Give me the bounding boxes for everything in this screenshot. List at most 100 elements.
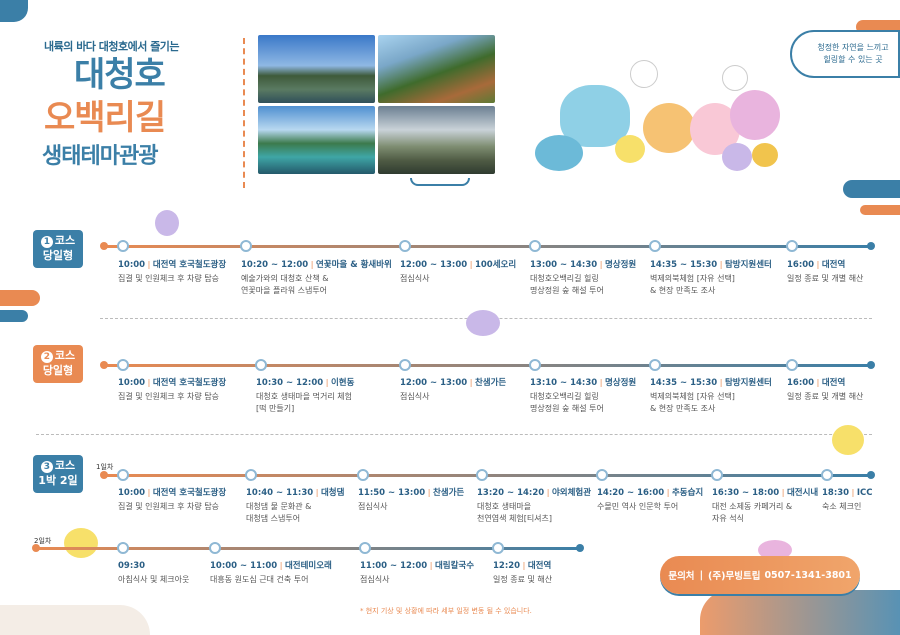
timeline-node (649, 240, 661, 252)
timeline-node (117, 469, 129, 481)
lake-photo (258, 35, 375, 103)
course2-badge: 2 코스 당일형 (33, 345, 83, 383)
timeline-end-dot (867, 471, 875, 479)
schedule-item: 14:20 ~ 16:00 | 추동습지 수몰민 역사 인문학 투어 (597, 488, 704, 511)
schedule-item: 12:20 | 대전역 일정 종료 및 해산 (493, 561, 553, 584)
timeline-end-dot (867, 242, 875, 250)
course-number: 1 (40, 236, 53, 249)
forest-lake-photo (258, 106, 375, 174)
footnote: * 현지 기상 및 상황에 따라 세부 일정 변동 될 수 있습니다. (360, 607, 532, 615)
course2-timeline (104, 364, 872, 367)
wave-decoration (0, 0, 28, 22)
title-line-2: 오백리길 (44, 98, 166, 138)
wave-decoration (0, 605, 150, 635)
course-subtitle: 1박 2일 (38, 474, 78, 487)
schedule-item: 10:00 | 대전역 호국철도광장 집결 및 인원체크 후 차량 탑승 (118, 488, 227, 511)
timeline-end-dot (867, 361, 875, 369)
schedule-item: 09:30 아침식사 및 체크아웃 (118, 561, 190, 584)
course-subtitle: 당일형 (42, 249, 74, 262)
title-line-3: 생태테마관광 (42, 144, 158, 169)
course-title: 코스 (54, 234, 76, 248)
timeline-node (476, 469, 488, 481)
mascot-character (730, 90, 780, 140)
schedule-item: 10:20 ~ 12:00 | 연꽃마을 & 황새바위 예술가와의 대청호 산책… (241, 260, 392, 296)
timeline-node (529, 240, 541, 252)
timeline-start-dot (100, 242, 108, 250)
timeline-node (529, 359, 541, 371)
course-title: 코스 (54, 349, 76, 363)
course3-badge: 3 코스 1박 2일 (33, 455, 83, 493)
wave-decoration (410, 178, 470, 186)
title-line-1: 대청호 (74, 55, 166, 95)
mascot-character (466, 310, 500, 336)
schedule-item: 12:00 ~ 13:00 | 찬샘가든 점심식사 (400, 378, 507, 401)
schedule-item: 14:35 ~ 15:30 | 탐방지원센터 벽제의북체험 [자유 선택] & … (650, 260, 772, 296)
wave-decoration (0, 290, 40, 306)
header-subtitle: 내륙의 바다 대청호에서 즐기는 (44, 40, 180, 53)
timeline-start-dot (32, 544, 40, 552)
schedule-item: 11:00 ~ 12:00 | 대림칼국수 점심식사 (360, 561, 475, 584)
mascot-illustration (530, 55, 790, 180)
timeline-node (117, 359, 129, 371)
course-number: 2 (40, 351, 53, 364)
timeline-start-dot (100, 361, 108, 369)
course1-badge: 1 코스 당일형 (33, 230, 83, 268)
schedule-item: 14:35 ~ 15:30 | 탐방지원센터 벽제의북체험 [자유 선택] & … (650, 378, 772, 414)
timeline-node (649, 359, 661, 371)
timeline-node (821, 469, 833, 481)
section-divider (36, 434, 872, 435)
timeline-node (711, 469, 723, 481)
course-subtitle: 당일형 (42, 364, 74, 377)
schedule-item: 16:00 | 대전역 일정 종료 및 개별 해산 (787, 378, 864, 401)
timeline-node (117, 542, 129, 554)
timeline-node (399, 240, 411, 252)
schedule-item: 13:00 ~ 14:30 | 명상정원 대청호오백리길 힐링 명상정원 숲 해… (530, 260, 637, 296)
timeline-end-dot (576, 544, 584, 552)
timeline-node (117, 240, 129, 252)
course-number: 3 (40, 461, 53, 474)
contact-phone: 0507-1341-3801 (764, 569, 852, 581)
timeline-node (357, 469, 369, 481)
course3-day1-timeline (104, 474, 872, 477)
timeline-node (245, 469, 257, 481)
timeline-node (209, 542, 221, 554)
mascot-character (535, 135, 583, 171)
timeline-node (786, 240, 798, 252)
photo-grid (258, 35, 496, 175)
slogan: 청정한 자연을 느끼고 힐링할 수 있는 곳 (808, 42, 898, 66)
speech-bubble-icon (722, 65, 748, 91)
contact-label: 문의처 (668, 571, 695, 582)
mascot-character (615, 135, 645, 163)
schedule-item: 10:30 ~ 12:00 | 이현동 대청호 생태마을 먹거리 체험 [떡 만… (256, 378, 355, 414)
schedule-item: 12:00 ~ 13:00 | 100세오리 점심식사 (400, 260, 517, 283)
wetland-photo (378, 106, 495, 174)
schedule-item: 16:00 | 대전역 일정 종료 및 개별 해산 (787, 260, 864, 283)
boardwalk-photo (378, 35, 495, 103)
schedule-item: 13:10 ~ 14:30 | 명상정원 대청호오백리길 힐링 명상정원 숲 해… (530, 378, 637, 414)
schedule-item: 10:00 | 대전역 호국철도광장 집결 및 인원체크 후 차량 탑승 (118, 260, 227, 283)
course1-timeline (104, 245, 872, 248)
slogan-line-1: 청정한 자연을 느끼고 (817, 43, 889, 52)
schedule-item: 16:30 ~ 18:00 | 대전시내 대전 소제동 카페거리 & 자유 석식 (712, 488, 819, 524)
timeline-node (240, 240, 252, 252)
timeline-start-dot (100, 471, 108, 479)
schedule-item: 10:00 | 대전역 호국철도광장 집결 및 인원체크 후 차량 탑승 (118, 378, 227, 401)
wave-decoration (700, 590, 900, 635)
timeline-node (596, 469, 608, 481)
timeline-node (359, 542, 371, 554)
schedule-item: 13:20 ~ 14:20 | 야외체험관 대청호 생태마을 천연염색 체험[티… (477, 488, 592, 524)
timeline-node (492, 542, 504, 554)
divider-line (243, 38, 245, 188)
wave-decoration (0, 310, 28, 322)
contact-company: (주)무빙트립 (708, 571, 761, 582)
course-title: 코스 (54, 459, 76, 473)
contact-info: 문의처 | (주)무빙트립 0507-1341-3801 (660, 556, 860, 594)
mascot-character (155, 210, 179, 236)
slogan-line-2: 힐링할 수 있는 곳 (823, 55, 883, 64)
mascot-character (832, 425, 864, 455)
timeline-node (399, 359, 411, 371)
schedule-item: 10:40 ~ 11:30 | 대청댐 대청댐 물 문화관 & 대청댐 스냅투어 (246, 488, 345, 524)
schedule-item: 18:30 | ICC 숙소 체크인 (822, 488, 873, 511)
speech-bubble-icon (630, 60, 658, 88)
timeline-node (786, 359, 798, 371)
